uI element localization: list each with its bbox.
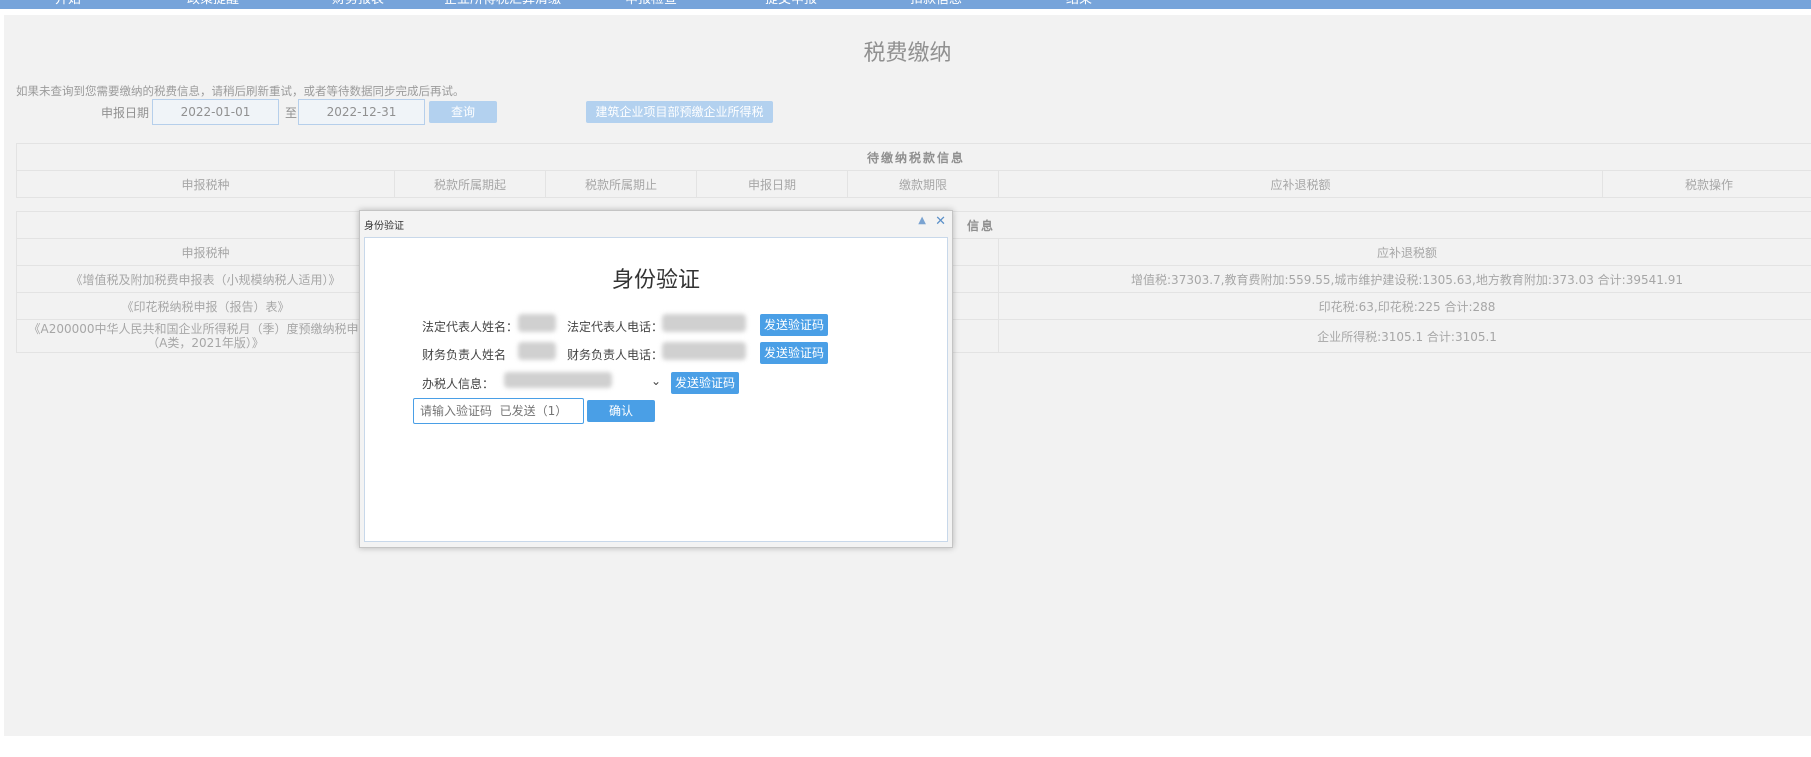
confirm-button[interactable]: 确认 bbox=[587, 400, 655, 422]
legal-phone-value bbox=[662, 314, 746, 332]
finance-phone-value bbox=[662, 342, 746, 360]
send-code-button-finance[interactable]: 发送验证码 bbox=[760, 342, 828, 364]
handler-label: 办税人信息： bbox=[422, 377, 495, 391]
finance-name-value bbox=[518, 342, 556, 360]
close-icon[interactable]: ✕ bbox=[935, 214, 946, 229]
dialog-heading: 身份验证 bbox=[611, 268, 700, 293]
dialog-title: 身份验证 bbox=[364, 221, 404, 232]
legal-name-value bbox=[518, 314, 556, 332]
finance-name-label: 财务负责人姓名 bbox=[422, 348, 507, 362]
legal-phone-label: 法定代表人电话： bbox=[567, 320, 664, 334]
handler-select[interactable] bbox=[504, 372, 612, 388]
verification-code-input[interactable] bbox=[413, 398, 584, 424]
chevron-down-icon[interactable]: ⌄ bbox=[651, 374, 661, 388]
dialog-titlebar[interactable]: 身份验证 ▲ ✕ bbox=[360, 211, 952, 237]
send-code-button-handler[interactable]: 发送验证码 bbox=[671, 372, 739, 394]
send-code-button-legal[interactable]: 发送验证码 bbox=[760, 314, 828, 336]
finance-phone-label: 财务负责人电话： bbox=[567, 348, 664, 362]
legal-name-label: 法定代表人姓名： bbox=[422, 320, 519, 334]
collapse-icon[interactable]: ▲ bbox=[918, 215, 926, 226]
